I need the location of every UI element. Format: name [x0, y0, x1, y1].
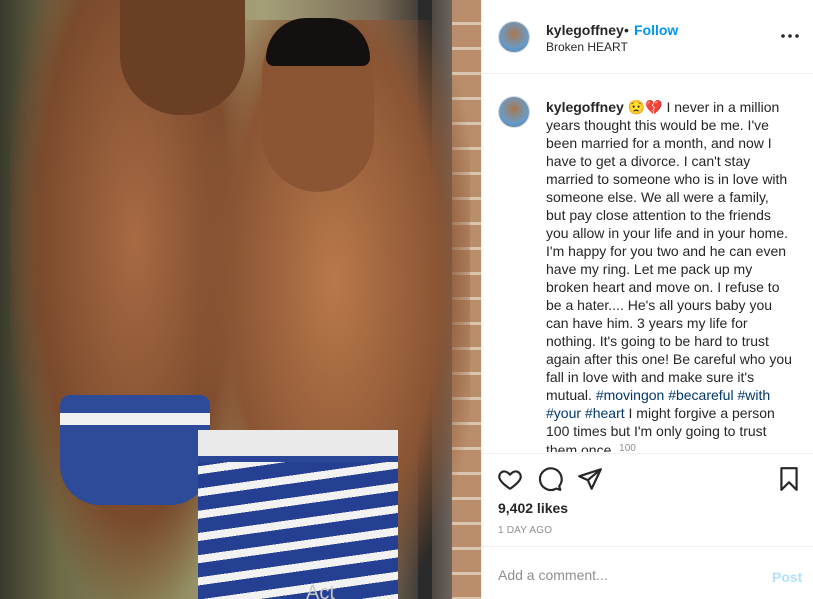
header-separator: • — [624, 22, 629, 38]
post-time[interactable]: 1 DAY AGO — [498, 525, 552, 536]
right-figure-underwear — [198, 430, 398, 599]
post-side-panel: kylegoffney • Follow Broken HEART kylego… — [481, 0, 813, 599]
comment-bubble-icon[interactable] — [537, 466, 563, 492]
follow-button[interactable]: Follow — [634, 22, 678, 38]
post-header: kylegoffney • Follow Broken HEART — [482, 0, 813, 74]
caption-text: I never in a million years thought this … — [546, 99, 792, 403]
activate-windows-watermark: Act — [306, 582, 335, 599]
likes-count[interactable]: 9,402 likes — [498, 500, 568, 516]
caption: kylegoffney 😟💔 I never in a million year… — [546, 98, 792, 452]
caption-emoji: 😟💔 — [627, 99, 663, 115]
caption-avatar[interactable] — [498, 96, 530, 128]
comments-section[interactable]: kylegoffney 😟💔 I never in a million year… — [482, 74, 813, 452]
header-username[interactable]: kylegoffney — [546, 22, 624, 38]
hashtag-link[interactable]: #heart — [585, 405, 625, 421]
hashtag-link[interactable]: #becareful — [668, 387, 733, 403]
add-comment-bar: Post — [482, 546, 813, 599]
hashtag-link[interactable]: #your — [546, 405, 581, 421]
action-bar: 9,402 likes 1 DAY AGO — [482, 453, 813, 545]
hashtag-link[interactable]: #with — [737, 387, 770, 403]
heart-outline-icon[interactable] — [497, 466, 523, 492]
avatar[interactable] — [498, 21, 530, 53]
bookmark-outline-icon[interactable] — [776, 466, 802, 492]
paper-plane-icon[interactable] — [577, 466, 603, 492]
left-figure-underwear — [60, 395, 210, 505]
location-link[interactable]: Broken HEART — [546, 40, 628, 54]
more-horizontal-icon[interactable] — [778, 28, 802, 44]
comment-input[interactable] — [498, 567, 758, 583]
post-photo[interactable] — [0, 0, 481, 599]
hashtag-link[interactable]: #movingon — [596, 387, 665, 403]
caption-username[interactable]: kylegoffney — [546, 99, 624, 115]
post-comment-button[interactable]: Post — [772, 569, 802, 585]
caption-text-continued: I might forgive a person 100 times but I… — [546, 405, 775, 452]
caption-timestamp: 100 — [619, 443, 636, 452]
left-figure-head — [120, 0, 245, 115]
